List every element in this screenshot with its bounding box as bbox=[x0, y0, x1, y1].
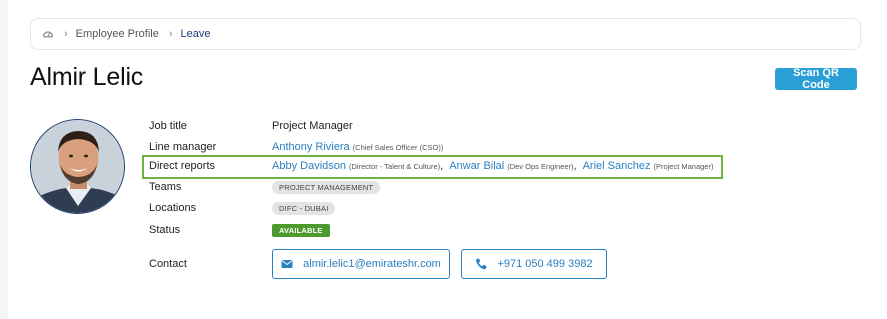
phone-icon bbox=[476, 258, 487, 270]
breadcrumb-item-leave[interactable]: Leave bbox=[181, 28, 211, 40]
avatar bbox=[30, 119, 125, 214]
page-title: Almir Lelic bbox=[30, 63, 144, 91]
direct-reports-highlight bbox=[142, 155, 723, 179]
scan-qr-code-button[interactable]: Scan QR Code bbox=[775, 67, 857, 91]
phone-button[interactable]: +971 050 499 3982 bbox=[461, 249, 607, 279]
envelope-icon bbox=[281, 260, 293, 268]
breadcrumb-item-employee-profile[interactable]: Employee Profile bbox=[76, 28, 159, 40]
status-label: Status bbox=[149, 224, 181, 236]
email-button[interactable]: almir.lelic1@emirateshr.com bbox=[272, 249, 450, 279]
locations-label: Locations bbox=[149, 202, 197, 214]
line-manager-link[interactable]: Anthony Riviera bbox=[272, 141, 350, 153]
contact-label: Contact bbox=[149, 258, 187, 270]
breadcrumb: › Employee Profile › Leave bbox=[30, 18, 861, 50]
job-title-label: Job title bbox=[149, 120, 187, 132]
status-badge: AVAILABLE bbox=[272, 223, 330, 237]
location-chip: DIFC - DUBAI bbox=[272, 201, 336, 215]
email-address: almir.lelic1@emirateshr.com bbox=[303, 258, 441, 270]
teams-label: Teams bbox=[149, 181, 182, 193]
chevron-right-icon: › bbox=[64, 27, 68, 40]
phone-number: +971 050 499 3982 bbox=[497, 258, 593, 270]
job-title-value: Project Manager bbox=[272, 120, 353, 132]
chevron-right-icon: › bbox=[168, 27, 173, 40]
dashboard-icon[interactable] bbox=[42, 28, 54, 40]
line-manager-label: Line manager bbox=[149, 141, 217, 153]
line-manager-role: (Chief Sales Officer (CSO)) bbox=[352, 142, 444, 152]
team-chip: PROJECT MANAGEMENT bbox=[272, 180, 381, 194]
